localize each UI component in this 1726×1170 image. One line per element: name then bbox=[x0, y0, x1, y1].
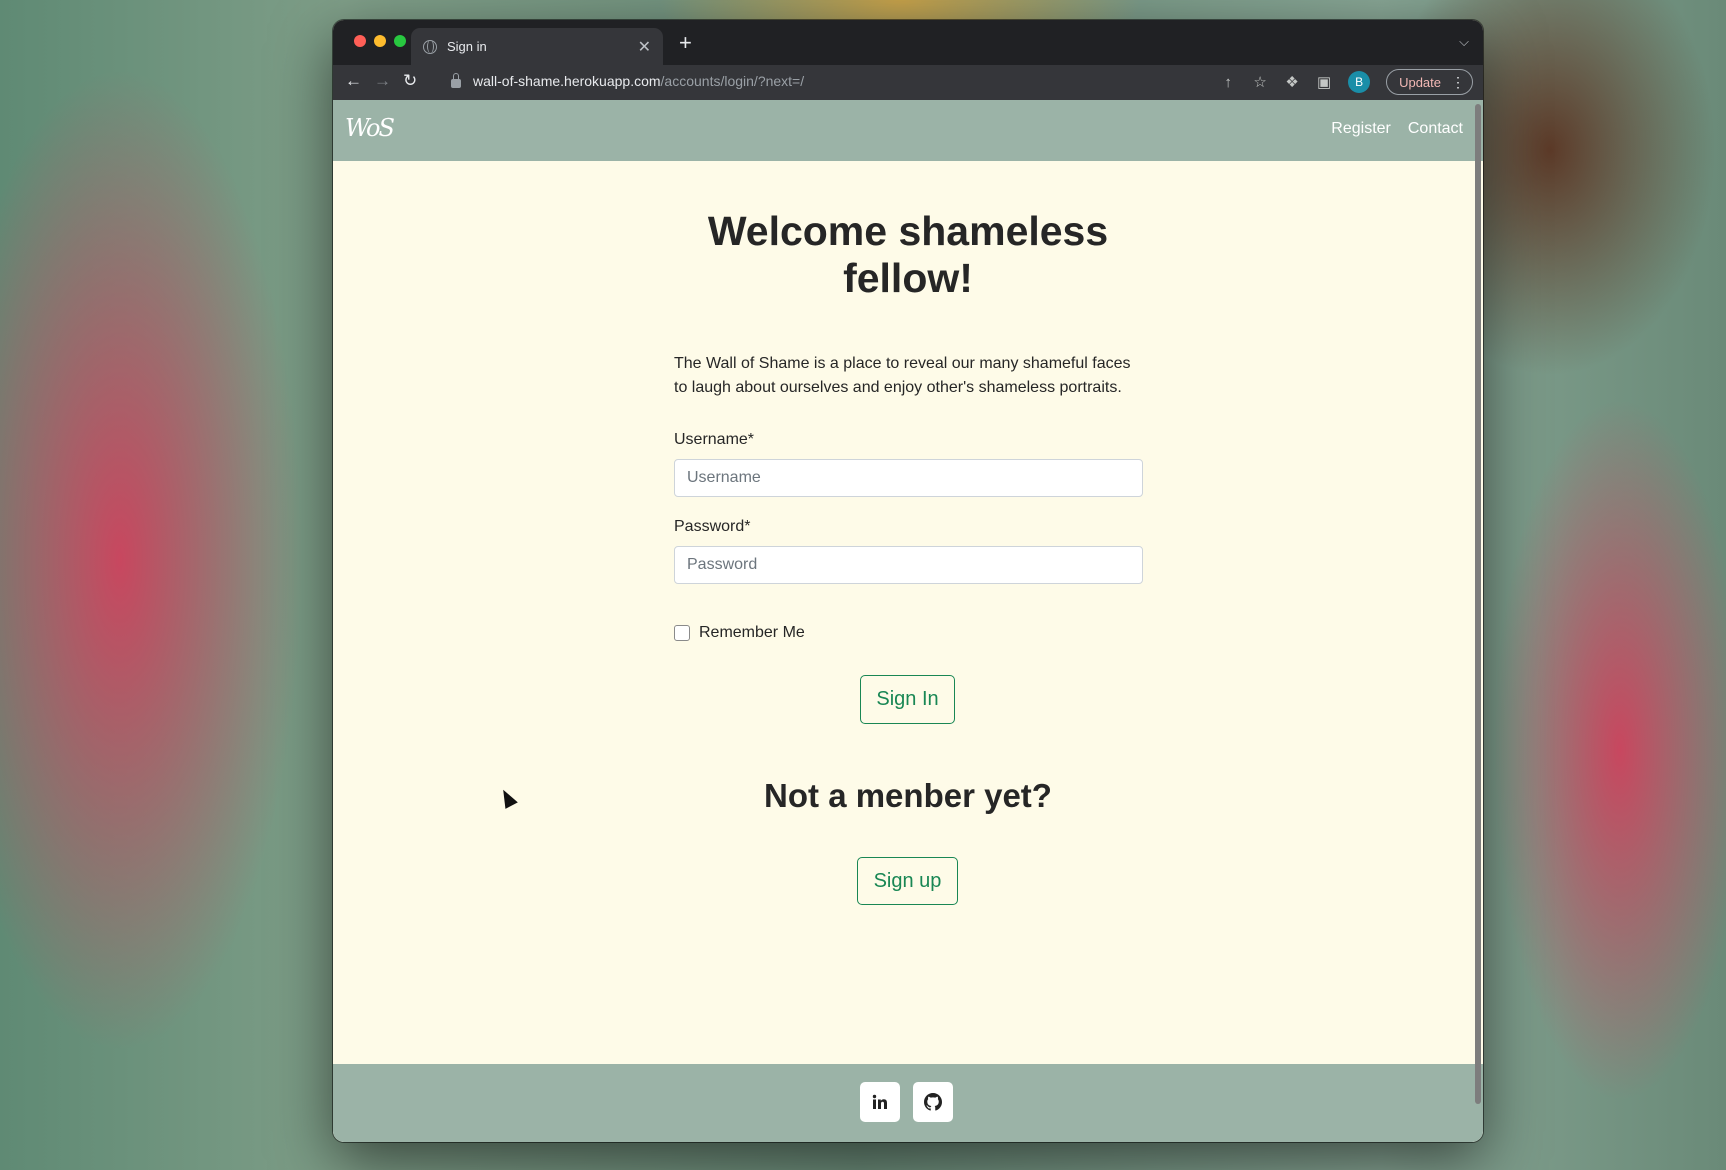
maximize-window-button[interactable] bbox=[394, 35, 406, 47]
forward-arrow-icon[interactable]: → bbox=[374, 71, 391, 91]
window-controls bbox=[354, 35, 406, 47]
login-section: Welcome shameless fellow! The Wall of Sh… bbox=[333, 161, 1483, 1064]
page-scrollbar[interactable] bbox=[1475, 104, 1481, 1104]
intro-text: The Wall of Shame is a place to reveal o… bbox=[674, 355, 1131, 396]
site-navbar: WoS Register Contact bbox=[333, 100, 1483, 161]
minimize-window-button[interactable] bbox=[374, 35, 386, 47]
url-host: wall-of-shame.herokuapp.com bbox=[473, 73, 661, 89]
tab-close-icon[interactable]: ✕ bbox=[638, 37, 651, 57]
page-title: Welcome shameless fellow! bbox=[333, 208, 1483, 302]
extensions-puzzle-icon[interactable]: ❖ bbox=[1284, 73, 1300, 91]
browser-titlebar: Sign in ✕ + ⌵ bbox=[333, 20, 1483, 65]
bookmark-star-icon[interactable]: ☆ bbox=[1252, 73, 1268, 91]
sign-in-button[interactable]: Sign In bbox=[860, 675, 955, 724]
back-arrow-icon[interactable]: ← bbox=[345, 71, 362, 91]
lock-icon bbox=[451, 72, 461, 88]
github-icon[interactable] bbox=[913, 1082, 953, 1122]
tab-search-chevron-icon[interactable]: ⌵ bbox=[1459, 34, 1469, 50]
close-window-button[interactable] bbox=[354, 35, 366, 47]
username-label: Username* bbox=[674, 431, 755, 448]
nav-register-link[interactable]: Register bbox=[1331, 120, 1391, 138]
browser-window: Sign in ✕ + ⌵ ← → ↻ wall-of-shame.heroku… bbox=[333, 20, 1483, 1142]
profile-avatar[interactable]: B bbox=[1348, 71, 1371, 93]
update-label: Update bbox=[1399, 74, 1441, 90]
remember-me-row: Remember Me bbox=[674, 624, 805, 642]
sign-up-button[interactable]: Sign up bbox=[857, 857, 958, 905]
page-viewport: WoS Register Contact Welcome shameless f… bbox=[333, 100, 1483, 1142]
update-button[interactable]: Update ⋮ bbox=[1386, 69, 1473, 95]
more-menu-icon[interactable]: ⋮ bbox=[1451, 74, 1465, 91]
url-path: /accounts/login/?next=/ bbox=[660, 73, 805, 89]
remember-me-checkbox[interactable] bbox=[674, 625, 690, 641]
side-panel-icon[interactable]: ▣ bbox=[1316, 73, 1332, 91]
remember-me-label[interactable]: Remember Me bbox=[699, 624, 805, 642]
site-logo[interactable]: WoS bbox=[345, 114, 395, 142]
title-line-2: fellow! bbox=[843, 255, 973, 301]
tab-title: Sign in bbox=[447, 39, 487, 54]
reload-icon[interactable]: ↻ bbox=[403, 71, 417, 91]
linkedin-icon[interactable] bbox=[860, 1082, 900, 1122]
address-bar[interactable]: wall-of-shame.herokuapp.com/accounts/log… bbox=[451, 72, 805, 89]
share-icon[interactable]: ↑ bbox=[1220, 74, 1236, 91]
username-input[interactable] bbox=[674, 459, 1143, 497]
password-label: Password* bbox=[674, 518, 751, 535]
nav-contact-link[interactable]: Contact bbox=[1408, 120, 1463, 138]
password-input[interactable] bbox=[674, 546, 1143, 584]
browser-tab[interactable]: Sign in ✕ bbox=[411, 28, 663, 65]
new-tab-button[interactable]: + bbox=[679, 30, 692, 56]
title-line-1: Welcome shameless bbox=[707, 208, 1109, 254]
browser-toolbar: ← → ↻ wall-of-shame.herokuapp.com/accoun… bbox=[333, 65, 1483, 100]
globe-icon bbox=[423, 39, 437, 54]
site-footer bbox=[333, 1064, 1483, 1142]
